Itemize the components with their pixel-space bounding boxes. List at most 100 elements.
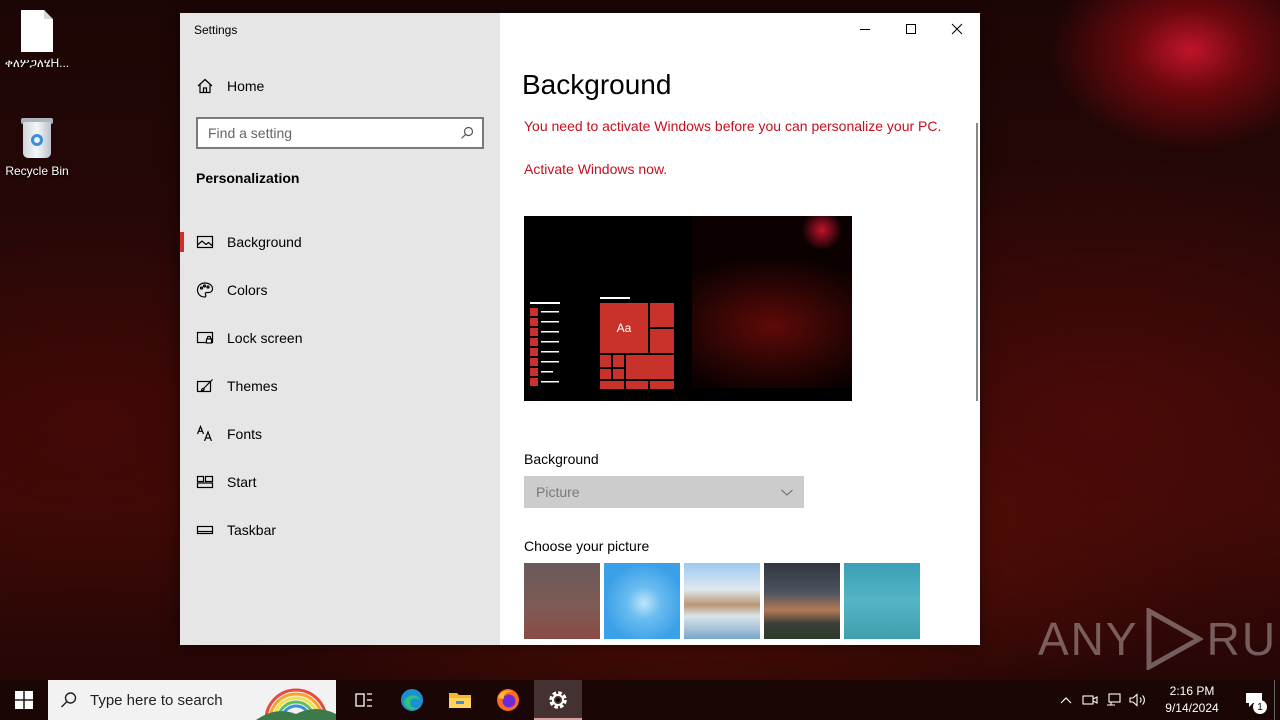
volume-button[interactable] <box>1126 680 1150 720</box>
settings-content: Background You need to activate Windows … <box>500 13 980 645</box>
notification-count: 1 <box>1253 700 1267 714</box>
clock-date: 9/14/2024 <box>1165 701 1219 715</box>
preview-tile <box>625 380 649 390</box>
picture-thumbnail-4[interactable] <box>764 563 840 639</box>
settings-window: Settings Home Personalization Background <box>180 13 980 645</box>
edge-button[interactable] <box>388 680 436 720</box>
sidebar-item-themes[interactable]: Themes <box>180 362 500 410</box>
page-title: Background <box>522 69 672 100</box>
activation-warning: You need to activate Windows before you … <box>524 118 942 134</box>
chevron-up-icon <box>1060 697 1072 704</box>
sidebar-item-label: Start <box>227 474 257 490</box>
edge-icon <box>401 689 423 711</box>
home-icon <box>197 78 213 94</box>
section-title: Personalization <box>196 170 300 186</box>
picture-thumbnail-1[interactable] <box>524 563 600 639</box>
start-tiles-icon <box>196 475 214 489</box>
minimize-button[interactable] <box>842 13 888 45</box>
preview-wallpaper <box>692 216 852 401</box>
anyrun-watermark: ANY RUN <box>1038 608 1280 670</box>
close-icon <box>951 23 963 35</box>
firefox-button[interactable] <box>484 680 532 720</box>
system-tray: 2:16 PM 9/14/2024 1 <box>1054 680 1280 720</box>
background-field-label: Background <box>524 451 599 467</box>
preview-taskbar <box>680 388 852 401</box>
sidebar-item-start[interactable]: Start <box>180 458 500 506</box>
taskbar-search-text: Type here to search <box>90 691 223 709</box>
content-scrollbar[interactable] <box>976 123 978 401</box>
sidebar-item-label: Themes <box>227 378 278 394</box>
settings-button[interactable] <box>534 680 582 720</box>
watermark-left: ANY <box>1038 613 1139 665</box>
search-icon <box>61 692 77 708</box>
sidebar-item-label: Fonts <box>227 426 263 442</box>
minimize-icon <box>860 29 870 30</box>
activate-windows-link[interactable]: Activate Windows now. <box>524 161 667 177</box>
close-button[interactable] <box>934 13 980 45</box>
watermark-right: RUN <box>1206 613 1280 665</box>
show-desktop-button[interactable] <box>1274 680 1280 720</box>
find-setting-search <box>196 117 484 149</box>
meet-icon <box>1082 695 1098 705</box>
meet-now-button[interactable] <box>1078 680 1102 720</box>
taskbar-clock[interactable]: 2:16 PM 9/14/2024 <box>1150 683 1234 717</box>
window-title: Settings <box>194 23 238 37</box>
brush-icon <box>196 379 213 393</box>
desktop-recycle-bin[interactable]: Recycle Bin <box>0 116 74 178</box>
windows-logo-icon <box>15 691 33 709</box>
sidebar-item-fonts[interactable]: Fonts <box>180 410 500 458</box>
sidebar-item-taskbar[interactable]: Taskbar <box>180 506 500 554</box>
search-input[interactable] <box>198 119 438 147</box>
volume-icon <box>1129 693 1145 707</box>
background-type-dropdown[interactable]: Picture <box>524 476 804 508</box>
recycle-bin-icon <box>19 116 55 160</box>
picture-thumbnail-3[interactable] <box>684 563 760 639</box>
palette-icon <box>196 282 214 298</box>
search-icon[interactable] <box>460 126 474 140</box>
nav-home[interactable]: Home <box>196 75 264 97</box>
preview-tile <box>612 354 625 368</box>
preview-start-list <box>530 302 560 386</box>
show-hidden-icons-button[interactable] <box>1054 680 1078 720</box>
task-view-icon <box>355 693 372 707</box>
preview-tile <box>649 328 675 354</box>
preview-tile <box>612 368 625 380</box>
settings-sidebar: Settings Home Personalization Background <box>180 13 500 645</box>
desktop-file-label: ቀለሦጋለሄH... <box>4 56 70 70</box>
taskbar-icon <box>196 525 214 535</box>
picture-thumbnail-5[interactable] <box>844 563 920 639</box>
firefox-icon <box>497 689 519 711</box>
taskbar-search-box[interactable]: Type here to search <box>48 680 336 720</box>
task-view-button[interactable] <box>340 680 388 720</box>
desktop-file[interactable]: ቀለሦጋለሄH... <box>0 10 74 71</box>
network-icon <box>1107 693 1121 706</box>
preview-tile <box>599 368 612 380</box>
sidebar-item-label: Background <box>227 234 302 250</box>
start-button[interactable] <box>0 680 48 720</box>
recycle-bin-label: Recycle Bin <box>5 164 69 178</box>
sidebar-item-lock-screen[interactable]: Lock screen <box>180 314 500 362</box>
preview-start-tiles: Aa <box>599 297 675 390</box>
picture-thumbnail-2[interactable] <box>604 563 680 639</box>
sidebar-item-colors[interactable]: Colors <box>180 266 500 314</box>
sidebar-item-label: Colors <box>227 282 268 298</box>
taskbar: Type here to search 2:16 PM 9/14/2024 1 <box>0 680 1280 720</box>
file-explorer-button[interactable] <box>436 680 484 720</box>
maximize-button[interactable] <box>888 13 934 45</box>
preview-tile <box>599 380 625 390</box>
picture-thumbnails <box>524 563 920 639</box>
picture-icon <box>196 235 214 249</box>
maximize-icon <box>906 24 916 34</box>
sidebar-item-background[interactable]: Background <box>180 218 500 266</box>
network-button[interactable] <box>1102 680 1126 720</box>
preview-tile-aa: Aa <box>599 302 649 354</box>
dropdown-value: Picture <box>536 484 580 500</box>
action-center-button[interactable]: 1 <box>1234 680 1274 720</box>
file-icon <box>21 10 53 52</box>
settings-icon <box>549 691 567 709</box>
preview-tile <box>625 354 675 380</box>
window-controls <box>842 13 980 45</box>
sidebar-item-label: Lock screen <box>227 330 303 346</box>
lock-screen-icon <box>196 331 214 344</box>
font-icon <box>196 425 213 442</box>
